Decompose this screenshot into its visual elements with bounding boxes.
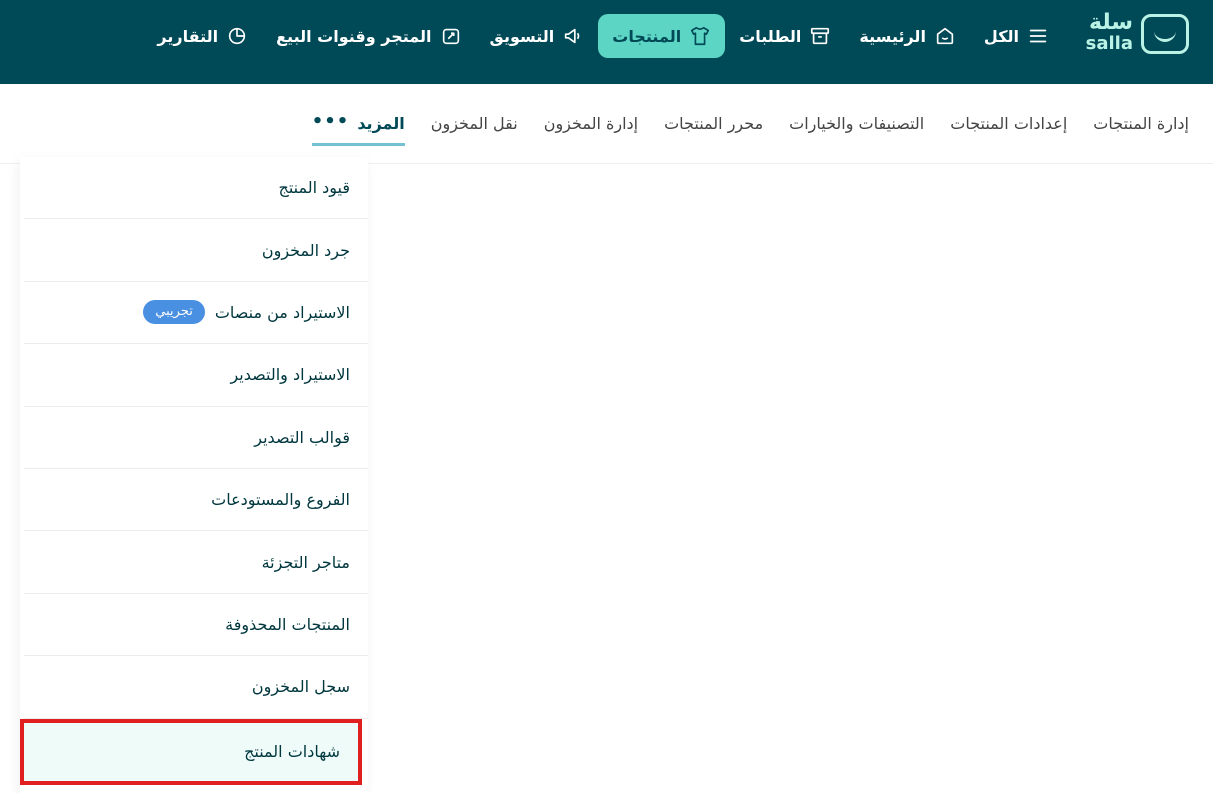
tab-product-management[interactable]: إدارة المنتجات xyxy=(1093,112,1189,146)
nav-item-products[interactable]: المنتجات xyxy=(598,14,726,58)
nav-label: الرئيسية xyxy=(859,26,926,46)
salla-logo-icon xyxy=(1141,14,1189,54)
nav-item-orders[interactable]: الطلبات xyxy=(725,14,845,58)
menu-item-product-restrictions[interactable]: قيود المنتج xyxy=(24,157,368,220)
tab-more[interactable]: المزيد ••• xyxy=(311,111,405,146)
top-navigation-bar: سلة salla الكل الرئيسية الطلبات المنتجات… xyxy=(0,0,1213,84)
tab-product-editor[interactable]: محرر المنتجات xyxy=(664,112,763,146)
home-icon xyxy=(936,27,954,45)
tab-inventory-transfer[interactable]: نقل المخزون xyxy=(431,112,518,146)
nav-label: الطلبات xyxy=(739,26,802,46)
more-dots-icon: ••• xyxy=(311,111,350,132)
nav-item-home[interactable]: الرئيسية xyxy=(845,14,970,58)
tab-product-settings[interactable]: إعدادات المنتجات xyxy=(950,112,1067,146)
nav-label: التسويق xyxy=(489,26,555,46)
menu-item-branches-warehouses[interactable]: الفروع والمستودعات xyxy=(24,469,368,532)
more-dropdown-menu: قيود المنتج جرد المخزون الاستيراد من منص… xyxy=(20,157,368,793)
pie-chart-icon xyxy=(228,27,246,45)
nav-item-all[interactable]: الكل xyxy=(970,14,1063,58)
nav-label: الكل xyxy=(983,26,1019,46)
menu-item-label: قيود المنتج xyxy=(278,178,350,198)
more-label: المزيد xyxy=(357,114,405,133)
logo-text-en: salla xyxy=(1085,33,1133,54)
menu-icon xyxy=(1029,29,1047,43)
nav-item-reports[interactable]: التقارير xyxy=(143,14,262,58)
nav-item-marketing[interactable]: التسويق xyxy=(476,14,599,58)
menu-item-label: جرد المخزون xyxy=(261,240,350,260)
beta-badge: تجريبي xyxy=(143,300,205,325)
menu-item-label: متاجر التجزئة xyxy=(261,552,350,572)
menu-item-label: سجل المخزون xyxy=(251,677,350,697)
nav-label: المتجر وقنوات البيع xyxy=(276,26,432,46)
box-icon xyxy=(811,27,830,45)
main-nav: الكل الرئيسية الطلبات المنتجات التسويق ا… xyxy=(143,14,1063,58)
menu-item-label: المنتجات المحذوفة xyxy=(225,614,350,634)
nav-label: المنتجات xyxy=(612,26,682,46)
menu-item-product-certificates[interactable]: شهادات المنتج xyxy=(20,718,362,785)
tab-inventory-management[interactable]: إدارة المخزون xyxy=(544,112,638,146)
menu-item-deleted-products[interactable]: المنتجات المحذوفة xyxy=(24,594,368,657)
nav-item-store-channels[interactable]: المتجر وقنوات البيع xyxy=(262,14,475,58)
salla-logo[interactable]: سلة salla xyxy=(1079,10,1189,58)
menu-item-inventory-log[interactable]: سجل المخزون xyxy=(24,656,368,719)
menu-item-retail-stores[interactable]: متاجر التجزئة xyxy=(24,531,368,594)
menu-item-export-templates[interactable]: قوالب التصدير xyxy=(24,407,368,469)
megaphone-icon xyxy=(565,28,580,44)
subtab-row: إدارة المنتجات إعدادات المنتجات التصنيفا… xyxy=(311,111,1189,146)
products-subtabs: إدارة المنتجات إعدادات المنتجات التصنيفا… xyxy=(0,84,1213,164)
menu-item-label: شهادات المنتج xyxy=(244,742,340,762)
menu-item-import-from-platforms[interactable]: الاستيراد من منصات تجريبي xyxy=(24,282,368,345)
nav-label: التقارير xyxy=(157,26,219,46)
menu-item-label: الفروع والمستودعات xyxy=(211,490,350,510)
menu-item-label: الاستيراد من منصات xyxy=(214,302,350,322)
shirt-icon xyxy=(691,26,710,46)
menu-item-label: قوالب التصدير xyxy=(254,427,350,447)
menu-item-import-export[interactable]: الاستيراد والتصدير xyxy=(24,344,368,407)
menu-item-label: الاستيراد والتصدير xyxy=(230,365,350,385)
tab-categories-options[interactable]: التصنيفات والخيارات xyxy=(789,112,924,146)
store-channels-icon xyxy=(442,28,459,45)
menu-item-inventory-count[interactable]: جرد المخزون xyxy=(24,219,368,282)
